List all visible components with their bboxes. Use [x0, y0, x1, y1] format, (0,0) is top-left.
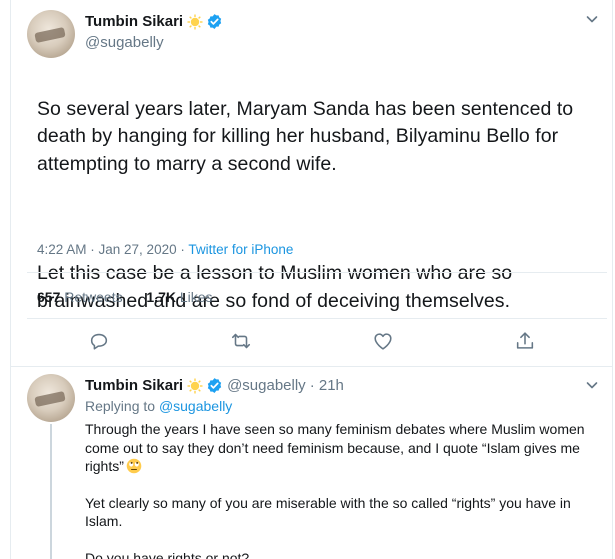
tweet-paragraph: So several years later, Maryam Sanda has… — [37, 97, 574, 175]
author-handle[interactable]: @sugabelly — [85, 34, 164, 51]
author-handle[interactable]: @sugabelly — [227, 377, 306, 394]
tweet-metadata: 4:22 AM · Jan 27, 2020 · Twitter for iPh… — [37, 242, 293, 257]
verified-badge-icon — [207, 378, 222, 393]
avatar[interactable] — [27, 374, 75, 422]
reply-author-row: Tumbin Sikari @sugabelly · 21h — [85, 377, 344, 394]
timestamp[interactable]: 4:22 AM · Jan 27, 2020 · — [37, 242, 188, 257]
share-icon[interactable] — [514, 330, 536, 352]
divider — [27, 318, 607, 319]
relative-time[interactable]: · 21h — [310, 377, 344, 394]
retweets-count: 657 — [37, 289, 61, 305]
engagement-stats: 657 Retweets 1.7K Likes — [37, 289, 213, 305]
avatar[interactable] — [27, 10, 75, 58]
tweet-thread: Tumbin Sikari @sugabelly So several year… — [10, 0, 613, 559]
likes-count: 1.7K — [146, 289, 176, 305]
reply-icon[interactable] — [88, 330, 110, 352]
author-name[interactable]: Tumbin Sikari — [85, 377, 183, 394]
replying-to: Replying to @sugabelly — [85, 398, 232, 414]
replying-label: Replying to — [85, 398, 156, 414]
chevron-down-icon[interactable] — [585, 378, 599, 392]
verified-badge-icon — [207, 14, 222, 29]
likes-label: Likes — [179, 289, 213, 305]
tweet-separator — [11, 366, 612, 367]
reply-paragraph: Do you have rights or not? — [85, 549, 250, 559]
reply-text: Through the years I have seen so many fe… — [85, 420, 607, 559]
rolling-eyes-emoji-icon — [126, 458, 142, 474]
reply-paragraph-text: Through the years I have seen so many fe… — [85, 421, 585, 474]
sun-emoji-icon — [187, 378, 203, 393]
reply-paragraph: Through the years I have seen so many fe… — [85, 420, 607, 476]
replying-to-handle[interactable]: @sugabelly — [159, 398, 232, 414]
likes-stat[interactable]: 1.7K Likes — [146, 289, 212, 305]
reply-paragraph: Yet clearly so many of you are miserable… — [85, 494, 571, 530]
retweet-icon[interactable] — [230, 330, 252, 352]
main-tweet[interactable]: Tumbin Sikari @sugabelly So several year… — [11, 0, 612, 366]
thread-connector — [50, 424, 52, 559]
action-bar — [11, 330, 612, 356]
retweets-label: Retweets — [64, 289, 123, 305]
retweets-stat[interactable]: 657 Retweets — [37, 289, 123, 305]
divider — [27, 272, 607, 273]
handle-row: @sugabelly — [85, 34, 164, 51]
tweet-paragraph: Let this case be a lesson to Muslim wome… — [37, 262, 513, 312]
author-row: Tumbin Sikari — [85, 13, 223, 30]
author-name[interactable]: Tumbin Sikari — [85, 13, 183, 30]
source-link[interactable]: Twitter for iPhone — [188, 242, 293, 257]
chevron-down-icon[interactable] — [585, 12, 599, 26]
sun-emoji-icon — [187, 14, 203, 29]
heart-icon[interactable] — [372, 330, 394, 352]
